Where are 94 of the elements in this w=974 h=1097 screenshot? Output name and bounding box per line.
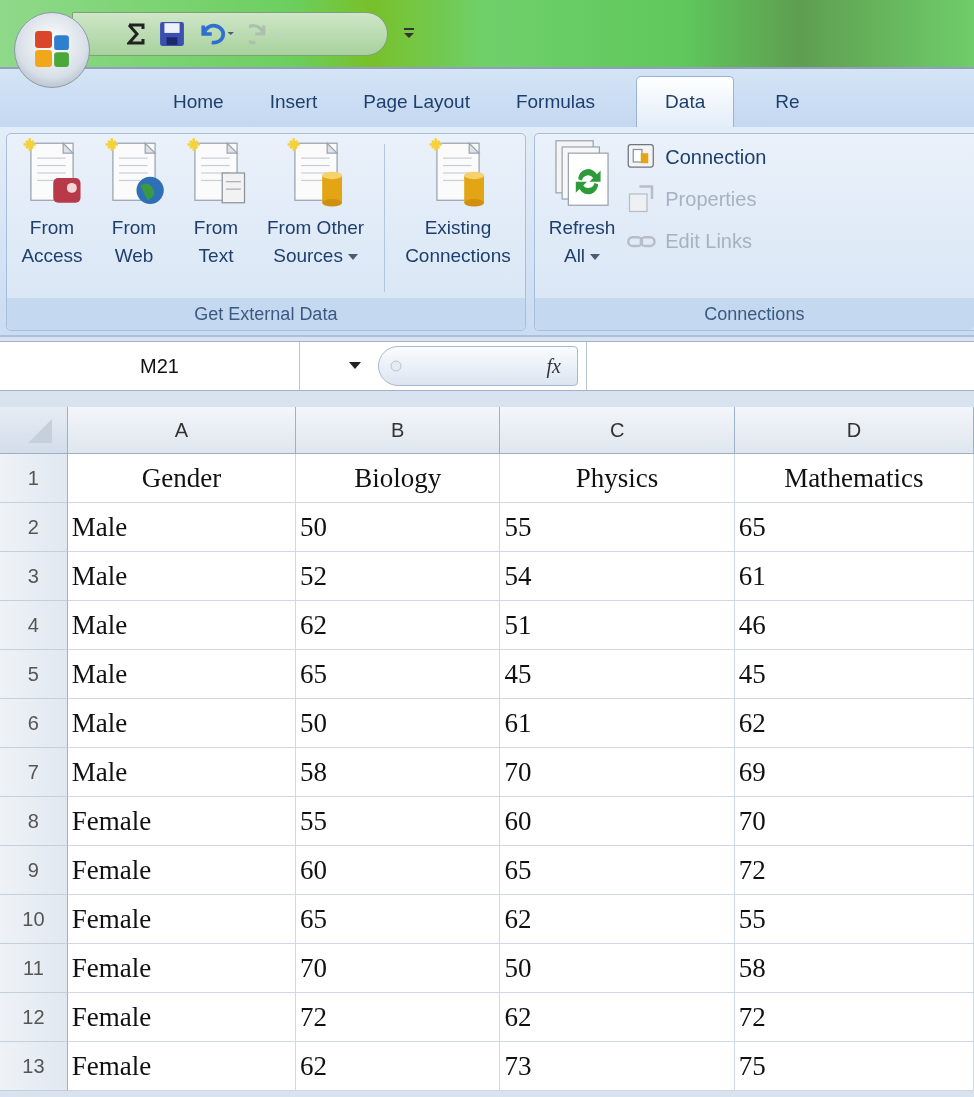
row-header[interactable]: 13 <box>0 1042 68 1091</box>
ribbon-button[interactable]: Refresh All <box>540 138 624 270</box>
table-cell: 65 <box>296 650 501 699</box>
table-cell: 62 <box>734 699 974 748</box>
table-cell: Gender <box>67 454 297 503</box>
table-cell: Male <box>67 650 297 699</box>
table-cell: 55 <box>296 797 501 846</box>
table-cell: 72 <box>734 846 974 895</box>
table-cell: 62 <box>500 993 735 1042</box>
table-cell: Male <box>67 503 297 552</box>
table-cell: 58 <box>296 748 501 797</box>
row-header[interactable]: 2 <box>0 503 68 552</box>
table-cell: 65 <box>734 503 974 552</box>
table-cell: Male <box>67 552 297 601</box>
caret-icon <box>347 254 358 260</box>
table-cell: Biology <box>296 454 501 503</box>
table-cell: 70 <box>296 944 501 993</box>
table-cell: 61 <box>734 552 974 601</box>
table-cell: 50 <box>500 944 735 993</box>
row-header[interactable]: 1 <box>0 454 68 503</box>
group-label: Get External Data <box>193 303 339 325</box>
table-cell: 50 <box>296 699 501 748</box>
table-cell: 62 <box>500 895 735 944</box>
ribbon-tab[interactable]: Re <box>752 76 823 127</box>
table-cell: 50 <box>296 503 501 552</box>
table-cell: 72 <box>296 993 501 1042</box>
row-header[interactable]: 6 <box>0 699 68 748</box>
table-cell: Female <box>67 797 297 846</box>
table-cell: 65 <box>296 895 501 944</box>
table-cell: 58 <box>734 944 974 993</box>
row-header[interactable]: 4 <box>0 601 68 650</box>
ribbon-tab[interactable]: Data <box>636 76 735 127</box>
ribbon-tab[interactable]: Formulas <box>492 76 619 127</box>
table-cell: 62 <box>296 1042 501 1091</box>
group-label: Connections <box>703 303 806 325</box>
table-cell: Female <box>67 895 297 944</box>
table-cell: Female <box>67 1042 297 1091</box>
column-header[interactable]: D <box>734 407 974 454</box>
row-header[interactable]: 8 <box>0 797 68 846</box>
table-cell: 51 <box>500 601 735 650</box>
ribbon-button[interactable]: From Other Sources <box>259 138 373 270</box>
table-cell: Female <box>67 846 297 895</box>
table-cell: Female <box>67 944 297 993</box>
name-box[interactable]: M21 <box>0 342 300 390</box>
table-cell: 61 <box>500 699 735 748</box>
ribbon-button[interactable]: Connection <box>627 140 767 174</box>
column-header[interactable]: C <box>500 407 735 454</box>
table-cell: Female <box>67 993 297 1042</box>
table-cell: Male <box>67 748 297 797</box>
table-cell: 65 <box>500 846 735 895</box>
ribbon-button[interactable]: From Text <box>177 138 255 270</box>
table-cell: 54 <box>500 552 735 601</box>
table-cell: 73 <box>500 1042 735 1091</box>
table-cell: 46 <box>734 601 974 650</box>
caret-icon <box>590 254 601 260</box>
table-cell: 72 <box>734 993 974 1042</box>
dropdown-icon[interactable] <box>349 362 361 370</box>
table-cell: 69 <box>734 748 974 797</box>
table-cell: 75 <box>734 1042 974 1091</box>
undo-icon[interactable] <box>199 21 235 47</box>
insert-function-button[interactable]: fx <box>540 353 567 379</box>
ribbon-tab[interactable]: Home <box>150 76 247 127</box>
row-header[interactable]: 9 <box>0 846 68 895</box>
table-cell: 45 <box>500 650 735 699</box>
ribbon-button[interactable]: From Web <box>95 138 173 270</box>
ribbon-button[interactable]: From Access <box>13 138 91 270</box>
table-cell: Physics <box>500 454 735 503</box>
save-icon[interactable] <box>159 21 185 47</box>
row-header[interactable]: 5 <box>0 650 68 699</box>
table-cell: 60 <box>296 846 501 895</box>
table-cell: Male <box>67 601 297 650</box>
column-header[interactable]: A <box>67 407 297 454</box>
table-cell: 62 <box>296 601 501 650</box>
row-header[interactable]: 11 <box>0 944 68 993</box>
table-cell: 70 <box>734 797 974 846</box>
table-cell: 45 <box>734 650 974 699</box>
table-cell: 60 <box>500 797 735 846</box>
table-cell: Male <box>67 699 297 748</box>
row-header[interactable]: 10 <box>0 895 68 944</box>
table-cell: 70 <box>500 748 735 797</box>
ribbon-button[interactable]: Existing Connections <box>397 138 519 270</box>
row-header[interactable]: 3 <box>0 552 68 601</box>
table-cell: 52 <box>296 552 501 601</box>
row-header[interactable]: 12 <box>0 993 68 1042</box>
column-header[interactable]: B <box>296 407 501 454</box>
sum-icon[interactable] <box>127 21 145 47</box>
ribbon-tab[interactable]: Insert <box>246 76 341 127</box>
row-header[interactable]: 7 <box>0 748 68 797</box>
ribbon-tab[interactable]: Page Layout <box>340 76 493 127</box>
logo-icon <box>35 31 69 67</box>
table-cell: 55 <box>500 503 735 552</box>
triangle-icon <box>28 419 52 443</box>
table-cell: 55 <box>734 895 974 944</box>
table-cell: Mathematics <box>734 454 974 503</box>
